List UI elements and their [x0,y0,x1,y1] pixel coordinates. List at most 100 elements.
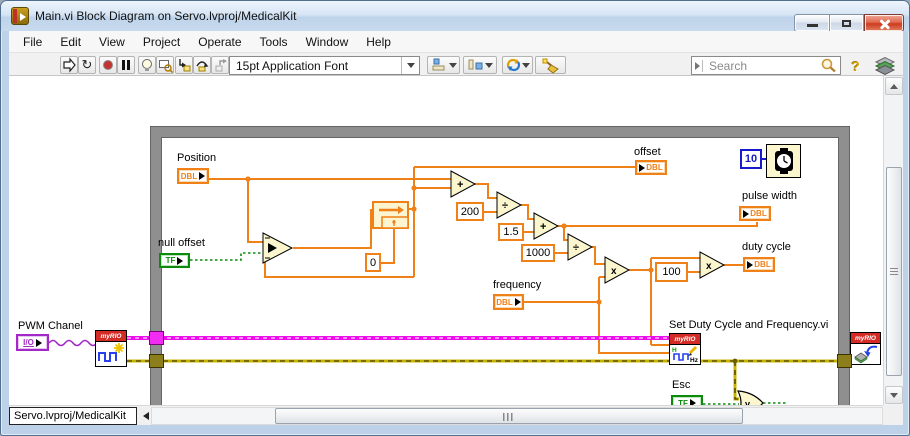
myrio-header: myRIO [96,331,126,342]
menu-window[interactable]: Window [297,32,358,52]
font-selector[interactable]: 15pt Application Font [229,56,420,75]
reference-tunnel-left[interactable] [149,331,164,345]
arrow-left-icon [143,412,149,420]
search-box [691,56,841,75]
label-position: Position [177,152,217,164]
position-control[interactable]: DBL [177,168,209,184]
help-button[interactable]: ? [846,56,865,75]
menu-project[interactable]: Project [134,32,189,52]
terminal-type-label: TF [165,256,176,265]
divide-function-1[interactable] [496,191,523,219]
terminal-type-label: DBL [180,171,198,181]
frequency-control[interactable]: DBL [493,294,524,310]
step-into-button[interactable] [175,56,193,74]
retain-wire-values-button[interactable] [156,56,174,74]
vertical-scroll-thumb[interactable] [886,167,902,376]
highlight-execution-button[interactable] [138,56,156,74]
tab-scroll-left-button[interactable] [143,412,149,420]
constant-1000[interactable]: 1000 [521,244,555,262]
scroll-down-button[interactable] [885,386,903,404]
lightbulb-icon [142,59,152,71]
align-objects-button[interactable] [427,56,460,74]
terminal-type-label: DBL [646,163,663,172]
pulse-width-indicator[interactable]: DBL [739,206,771,221]
minimize-icon [807,24,818,27]
resize-objects-icon [506,58,521,72]
duty-cycle-indicator[interactable]: DBL [743,257,775,272]
junction-dots [245,176,654,305]
pwm-chanel-control[interactable]: I/O [16,334,49,351]
menu-help[interactable]: Help [357,32,400,52]
terminal-arrow-icon [639,163,646,172]
run-button[interactable] [60,56,78,74]
error-tunnel-left[interactable] [149,354,164,368]
step-over-icon [196,61,209,72]
myrio-pwm-open-node[interactable]: myRIO [95,330,127,367]
context-help-button[interactable] [870,54,900,75]
horizontal-scrollbar[interactable] [151,407,883,425]
scroll-up-button[interactable] [885,77,903,95]
probe-icon [159,60,173,73]
multiply-function-1[interactable] [604,256,631,284]
label-esc: Esc [672,379,691,391]
menu-view[interactable]: View [90,32,134,52]
menu-tools[interactable]: Tools [251,32,297,52]
constant-1p5[interactable]: 1.5 [498,223,524,241]
chevron-down-icon [448,62,457,68]
myrio-header: myRIO [670,334,700,345]
constant-0[interactable]: 0 [365,253,381,272]
offset-indicator[interactable]: DBL [635,160,667,175]
abort-button[interactable] [99,56,117,74]
step-over-button[interactable] [193,56,211,74]
error-tunnel-right[interactable] [837,354,852,368]
constant-200[interactable]: 200 [456,202,484,221]
block-diagram-canvas[interactable]: + ÷ + ÷ x x v Position null offset frequ… [9,76,883,405]
divide-function-2[interactable] [567,233,594,261]
chevron-down-icon [406,63,415,68]
pause-button[interactable] [117,56,135,74]
close-button[interactable] [864,14,904,32]
menu-file[interactable]: File [14,32,51,52]
broom-icon [542,58,559,74]
watch-icon [775,148,793,174]
terminal-type-label: I/O [23,338,34,347]
multiply-function-2[interactable] [699,251,726,279]
thumb-grip [890,267,898,276]
or-function[interactable]: v [736,390,764,405]
search-input[interactable] [705,58,820,73]
constant-100[interactable]: 100 [655,262,688,282]
divide-glyph: ÷ [573,242,579,254]
multiply-glyph: x [611,266,617,277]
toolbar: ↻ 15pt Application Font Search ? [9,53,903,76]
run-continuously-icon: ↻ [81,57,93,72]
bottom-bar: Servo.lvproj/MedicalKit [9,405,903,425]
title-bar[interactable]: Main.vi Block Diagram on Servo.lvproj/Me… [1,1,909,32]
resize-objects-button[interactable] [502,56,533,74]
vertical-scrollbar[interactable] [883,76,903,405]
run-continuously-button[interactable]: ↻ [78,56,96,74]
constant-10[interactable]: 10 [740,149,762,169]
restore-button[interactable] [830,14,864,32]
set-duty-cycle-vi-node[interactable]: myRIO H Hz [669,333,701,365]
null-offset-control[interactable]: TF [159,253,190,268]
step-out-button[interactable] [211,56,229,74]
clean-up-diagram-button[interactable] [535,56,566,74]
vi-icon-red-bar [13,9,17,23]
search-scope-icon [695,61,700,70]
project-tab[interactable]: Servo.lvproj/MedicalKit [9,407,137,425]
search-icon[interactable] [820,57,838,74]
menu-operate[interactable]: Operate [189,32,250,52]
myrio-header: myRIO [851,333,880,344]
wait-ms-node[interactable] [766,144,801,178]
esc-control[interactable]: TF [671,395,703,405]
myrio-close-node[interactable]: myRIO [850,332,881,365]
horizontal-scroll-thumb[interactable] [275,408,743,424]
menu-bar: File Edit View Project Operate Tools Win… [9,31,903,53]
feedback-node[interactable] [372,201,409,229]
distribute-objects-button[interactable] [463,56,497,74]
minimize-button[interactable] [794,14,830,32]
step-out-icon [215,59,227,72]
menu-edit[interactable]: Edit [51,32,90,52]
font-selector-dropdown[interactable] [401,57,419,74]
terminal-arrow-icon [199,172,206,180]
